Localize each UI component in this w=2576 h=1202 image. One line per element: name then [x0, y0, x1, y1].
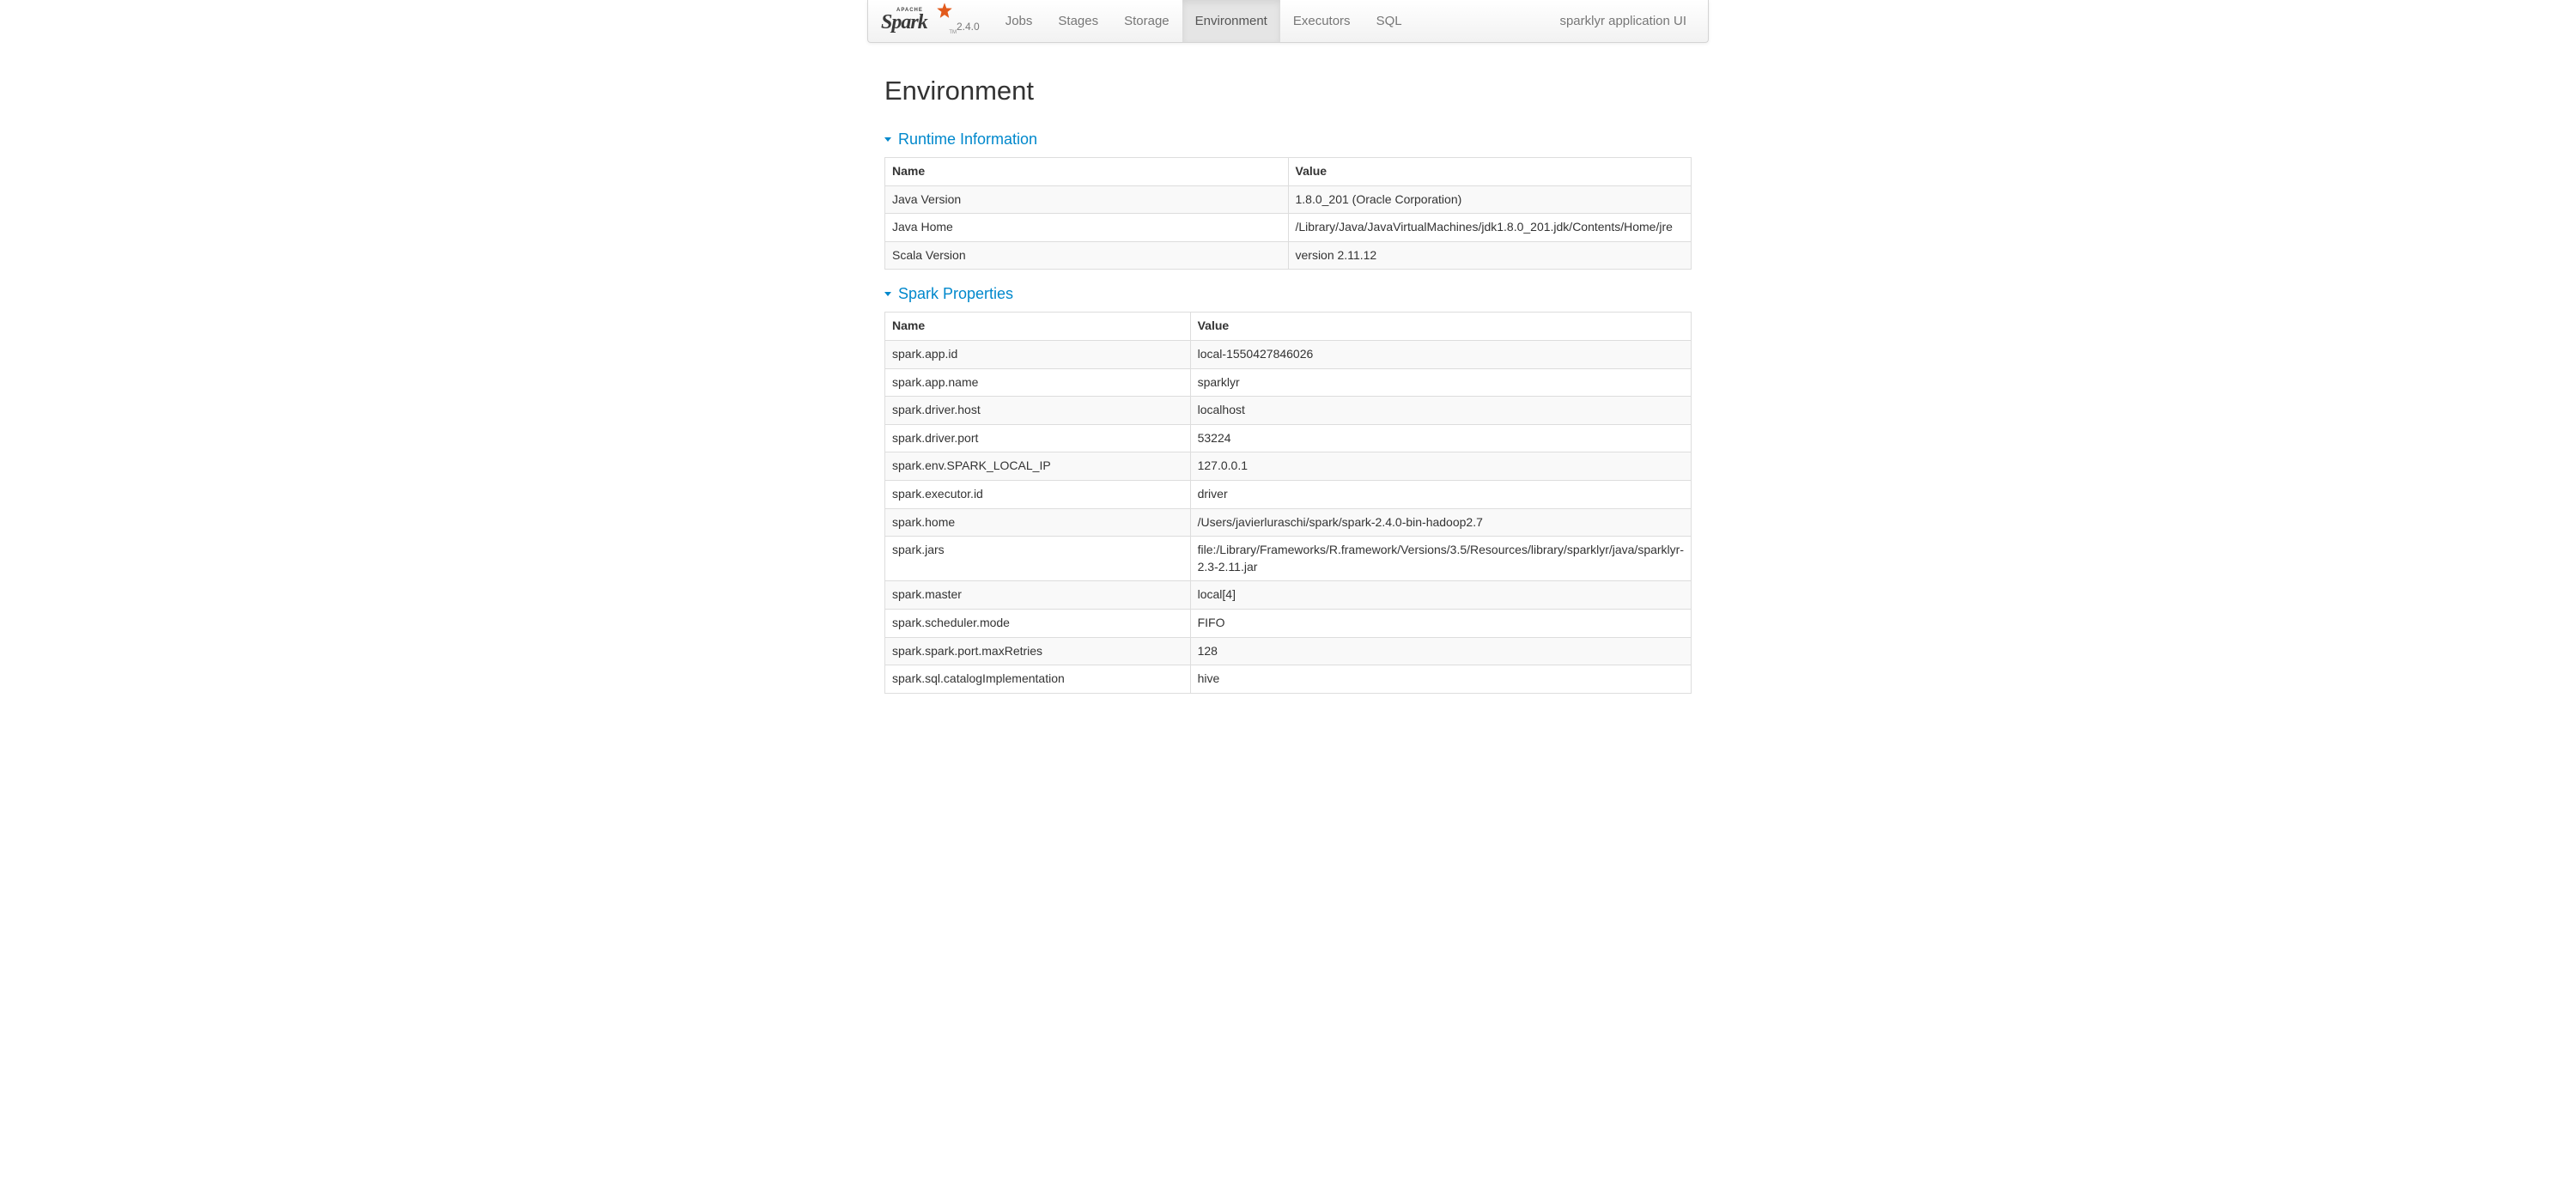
prop-value: 53224 [1190, 424, 1691, 452]
prop-name: spark.master [885, 581, 1191, 610]
prop-name: spark.executor.id [885, 480, 1191, 508]
nav-label: SQL [1376, 14, 1402, 28]
table-row: spark.app.namesparklyr [885, 368, 1692, 397]
prop-name: spark.scheduler.mode [885, 609, 1191, 637]
table-header-row: Name Value [885, 313, 1692, 341]
navbar: APACHE Spark TM 2.4.0 Jobs Stages Storag… [867, 0, 1709, 43]
nav-label: Executors [1293, 14, 1351, 28]
table-header-row: Name Value [885, 158, 1692, 186]
nav-item-stages: Stages [1045, 0, 1111, 42]
prop-name: spark.app.id [885, 340, 1191, 368]
prop-value: /Users/javierluraschi/spark/spark-2.4.0-… [1190, 508, 1691, 537]
table-row: spark.home/Users/javierluraschi/spark/sp… [885, 508, 1692, 537]
nav-tabs: Jobs Stages Storage Environment Executor… [993, 0, 1415, 42]
nav-label: Storage [1124, 14, 1170, 28]
table-row: spark.spark.port.maxRetries128 [885, 637, 1692, 665]
nav-label: Stages [1058, 14, 1098, 28]
spark-logo-icon: APACHE Spark TM [881, 6, 951, 37]
prop-value: local[4] [1190, 581, 1691, 610]
prop-value: 128 [1190, 637, 1691, 665]
table-row: spark.env.SPARK_LOCAL_IP127.0.0.1 [885, 452, 1692, 481]
table-row: spark.app.idlocal-1550427846026 [885, 340, 1692, 368]
prop-value: FIFO [1190, 609, 1691, 637]
table-row: spark.executor.iddriver [885, 480, 1692, 508]
table-row: spark.masterlocal[4] [885, 581, 1692, 610]
section-title-runtime: Runtime Information [898, 131, 1037, 149]
section-title-spark-properties: Spark Properties [898, 285, 1013, 303]
prop-value: local-1550427846026 [1190, 340, 1691, 368]
table-row: spark.scheduler.modeFIFO [885, 609, 1692, 637]
section-toggle-runtime[interactable]: Runtime Information [884, 131, 1692, 149]
brand-tm: TM [949, 30, 957, 35]
prop-value: file:/Library/Frameworks/R.framework/Ver… [1190, 537, 1691, 581]
prop-value: 1.8.0_201 (Oracle Corporation) [1288, 185, 1692, 214]
prop-name: spark.home [885, 508, 1191, 537]
nav-item-storage: Storage [1111, 0, 1182, 42]
prop-name: spark.driver.port [885, 424, 1191, 452]
nav-item-environment: Environment [1182, 0, 1280, 42]
col-header-name[interactable]: Name [885, 158, 1289, 186]
app-name-label: sparklyr application UI [1559, 0, 1691, 42]
prop-value: sparklyr [1190, 368, 1691, 397]
section-toggle-spark-properties[interactable]: Spark Properties [884, 285, 1692, 303]
prop-name: Java Home [885, 214, 1289, 242]
nav-label: Environment [1195, 14, 1267, 28]
runtime-table: Name Value Java Version1.8.0_201 (Oracle… [884, 157, 1692, 270]
prop-name: spark.app.name [885, 368, 1191, 397]
table-row: Java Version1.8.0_201 (Oracle Corporatio… [885, 185, 1692, 214]
nav-link-stages[interactable]: Stages [1045, 0, 1111, 42]
prop-name: spark.sql.catalogImplementation [885, 665, 1191, 694]
prop-name: spark.spark.port.maxRetries [885, 637, 1191, 665]
col-header-name[interactable]: Name [885, 313, 1191, 341]
brand-version: 2.4.0 [957, 21, 980, 33]
prop-name: Scala Version [885, 241, 1289, 270]
brand-link[interactable]: APACHE Spark TM 2.4.0 [877, 0, 993, 42]
nav-link-environment[interactable]: Environment [1182, 0, 1280, 42]
table-row: Java Home/Library/Java/JavaVirtualMachin… [885, 214, 1692, 242]
table-row: spark.driver.hostlocalhost [885, 397, 1692, 425]
nav-link-executors[interactable]: Executors [1280, 0, 1364, 42]
nav-item-sql: SQL [1364, 0, 1415, 42]
col-header-value[interactable]: Value [1190, 313, 1691, 341]
content: Environment Runtime Information Name Val… [884, 43, 1692, 744]
table-row: spark.jarsfile:/Library/Frameworks/R.fra… [885, 537, 1692, 581]
brand-name: Spark [881, 11, 927, 34]
nav-link-sql[interactable]: SQL [1364, 0, 1415, 42]
spark-star-icon [936, 3, 953, 22]
prop-name: spark.env.SPARK_LOCAL_IP [885, 452, 1191, 481]
page-title: Environment [884, 76, 1692, 106]
prop-name: spark.jars [885, 537, 1191, 581]
prop-name: spark.driver.host [885, 397, 1191, 425]
nav-link-storage[interactable]: Storage [1111, 0, 1182, 42]
prop-value: hive [1190, 665, 1691, 694]
nav-link-jobs[interactable]: Jobs [993, 0, 1046, 42]
prop-value: driver [1190, 480, 1691, 508]
nav-label: Jobs [1005, 14, 1033, 28]
prop-value: 127.0.0.1 [1190, 452, 1691, 481]
nav-item-jobs: Jobs [993, 0, 1046, 42]
caret-down-icon [884, 292, 891, 296]
prop-value: /Library/Java/JavaVirtualMachines/jdk1.8… [1288, 214, 1692, 242]
table-row: Scala Versionversion 2.11.12 [885, 241, 1692, 270]
table-row: spark.sql.catalogImplementationhive [885, 665, 1692, 694]
prop-value: version 2.11.12 [1288, 241, 1692, 270]
table-row: spark.driver.port53224 [885, 424, 1692, 452]
prop-name: Java Version [885, 185, 1289, 214]
prop-value: localhost [1190, 397, 1691, 425]
col-header-value[interactable]: Value [1288, 158, 1692, 186]
caret-down-icon [884, 137, 891, 142]
spark-properties-table: Name Value spark.app.idlocal-15504278460… [884, 312, 1692, 693]
nav-item-executors: Executors [1280, 0, 1364, 42]
